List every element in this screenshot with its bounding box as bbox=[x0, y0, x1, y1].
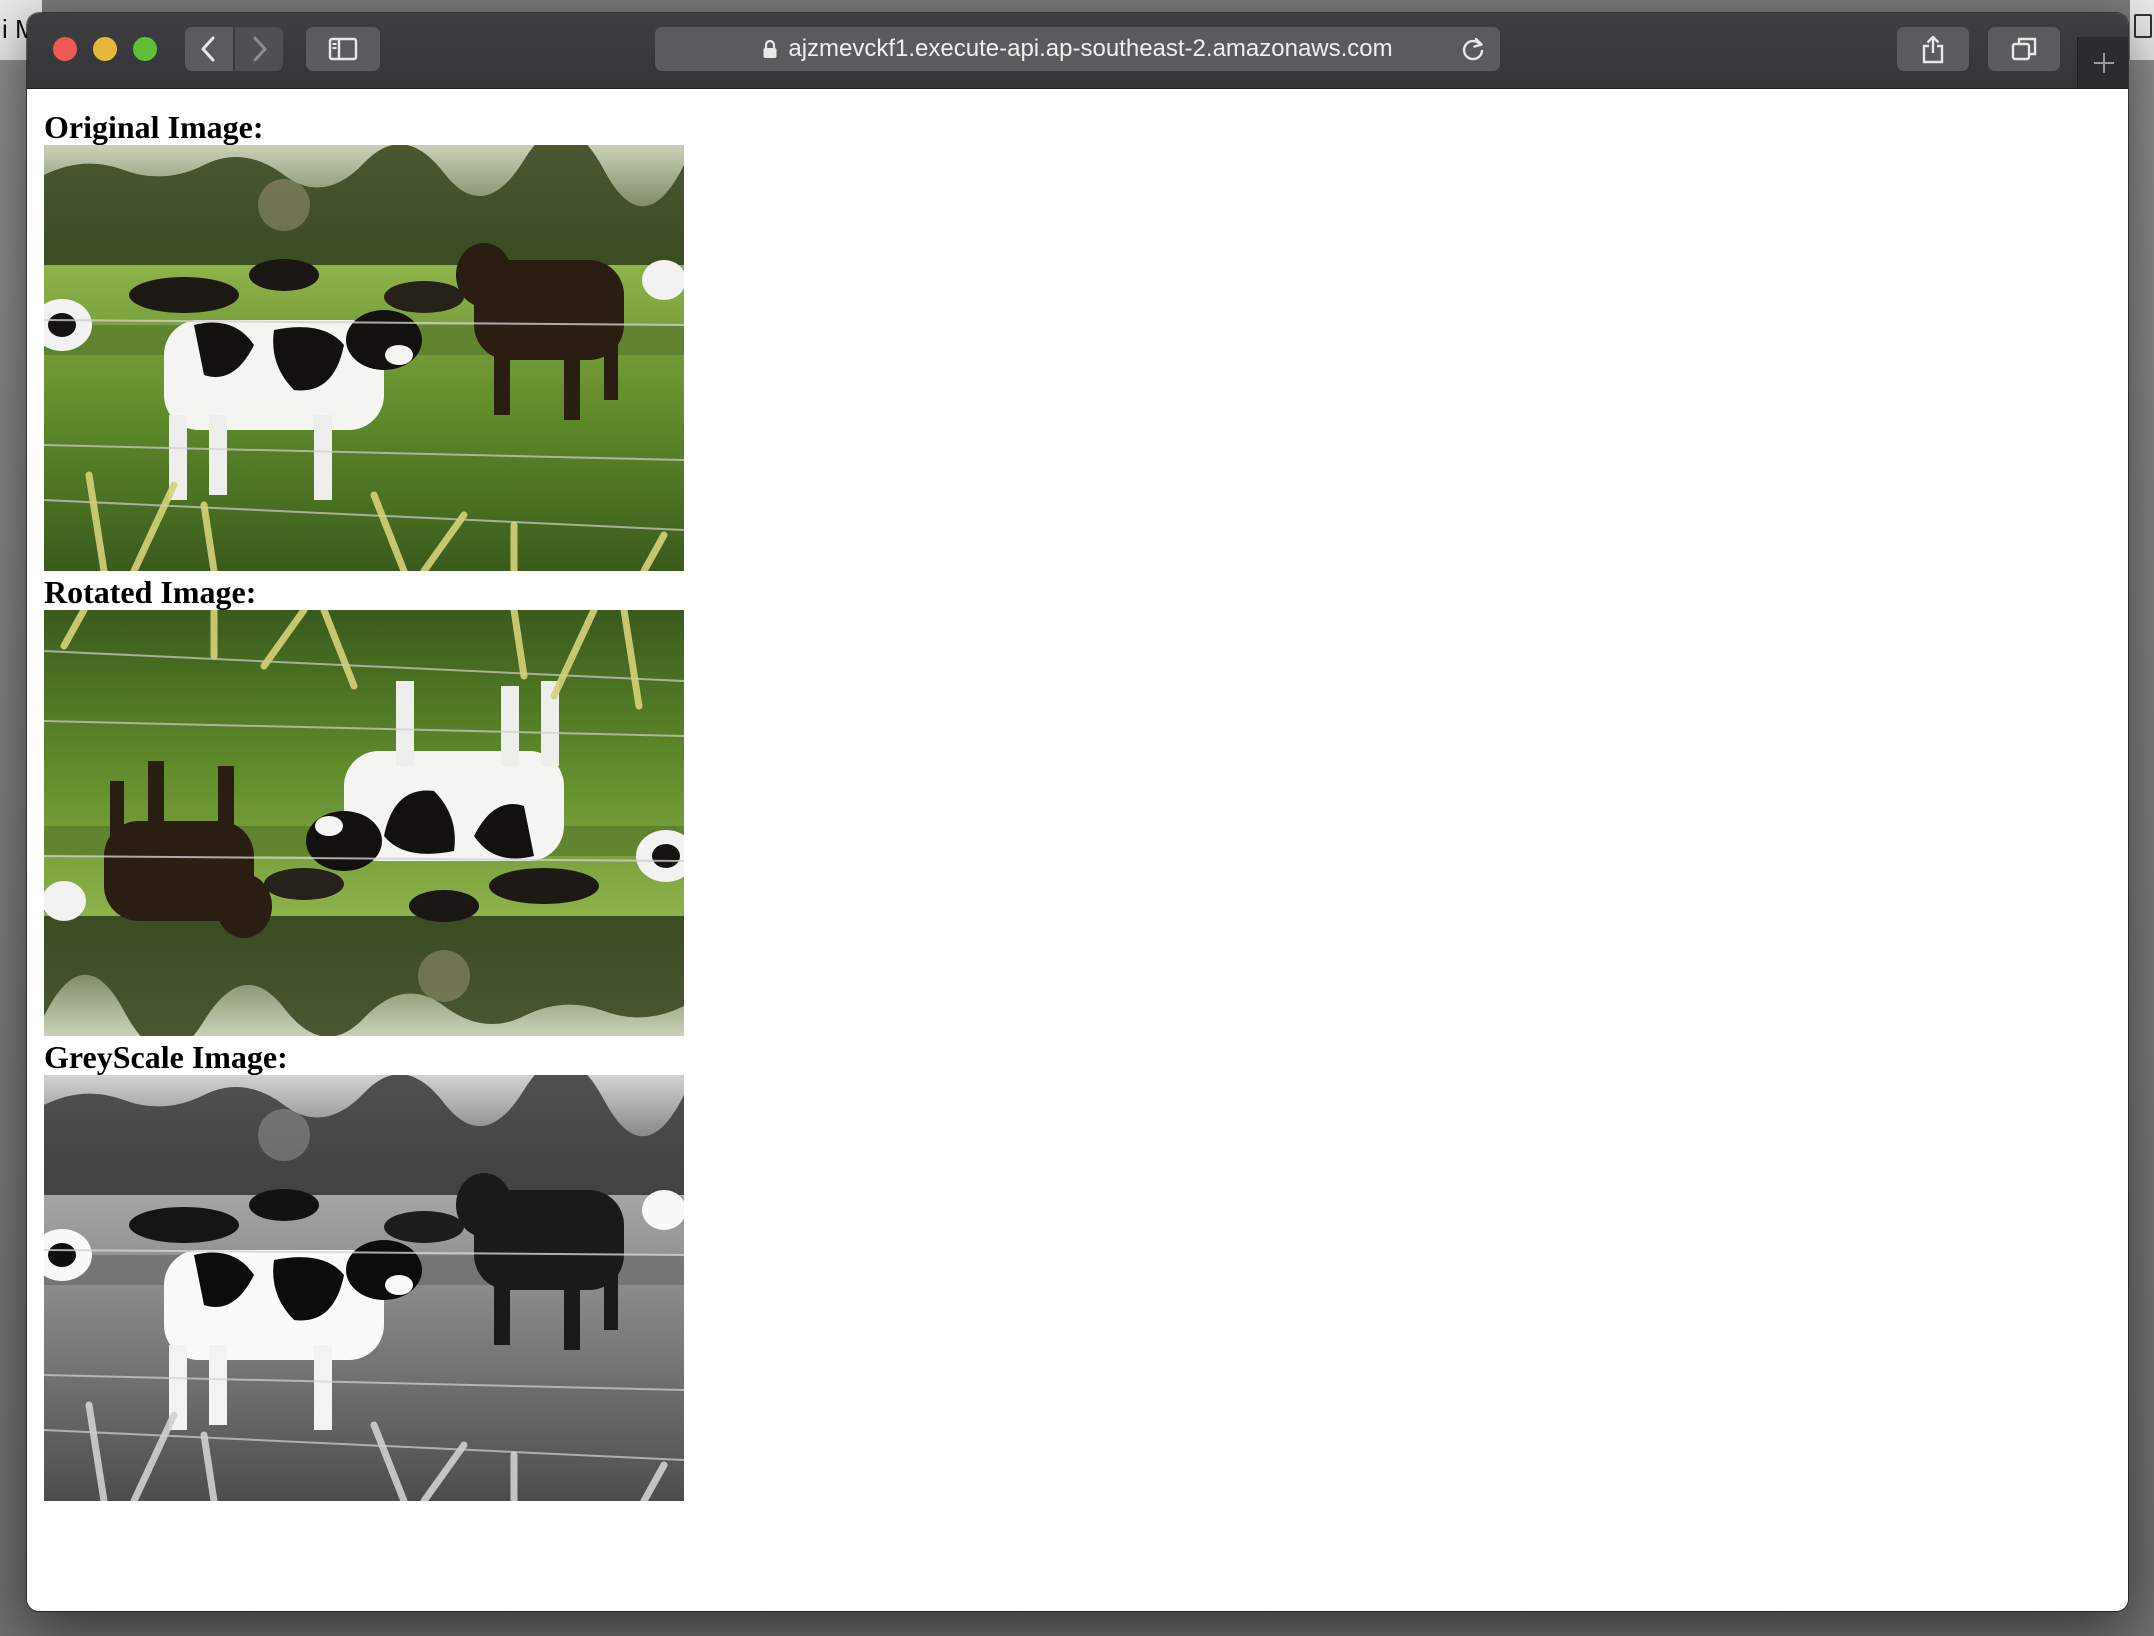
desktop-app-icon bbox=[2134, 14, 2152, 38]
page-content: Original Image: Rotated Image: GreyScale… bbox=[27, 89, 2128, 1611]
sidebar-icon bbox=[328, 37, 358, 61]
original-image bbox=[44, 145, 684, 571]
rotated-image bbox=[44, 610, 684, 1036]
plus-icon bbox=[2093, 52, 2114, 73]
original-image-heading: Original Image: bbox=[44, 109, 264, 145]
desktop-edge-fragment bbox=[2130, 0, 2154, 60]
rotated-image-heading: Rotated Image: bbox=[44, 574, 257, 610]
back-button[interactable] bbox=[185, 27, 233, 71]
show-tabs-button[interactable] bbox=[1988, 27, 2060, 71]
lock-icon bbox=[762, 39, 778, 59]
back-icon bbox=[201, 36, 215, 62]
greyscale-image bbox=[44, 1075, 684, 1501]
zoom-window-button[interactable] bbox=[133, 37, 157, 61]
forward-icon bbox=[253, 36, 267, 62]
reload-icon[interactable] bbox=[1460, 36, 1486, 62]
tabs-icon bbox=[2011, 37, 2037, 61]
browser-toolbar: ajzmevckf1.execute-api.ap-southeast-2.am… bbox=[27, 13, 2128, 89]
address-bar[interactable]: ajzmevckf1.execute-api.ap-southeast-2.am… bbox=[655, 27, 1500, 71]
share-button[interactable] bbox=[1897, 27, 1969, 71]
greyscale-image-heading: GreyScale Image: bbox=[44, 1039, 288, 1075]
sidebar-toggle-button[interactable] bbox=[306, 27, 380, 71]
minimize-window-button[interactable] bbox=[93, 37, 117, 61]
close-window-button[interactable] bbox=[53, 37, 77, 61]
browser-window: ajzmevckf1.execute-api.ap-southeast-2.am… bbox=[27, 13, 2128, 1611]
address-url: ajzmevckf1.execute-api.ap-southeast-2.am… bbox=[788, 35, 1393, 62]
forward-button[interactable] bbox=[235, 27, 283, 71]
new-tab-button[interactable] bbox=[2077, 37, 2128, 88]
share-icon bbox=[1922, 35, 1944, 64]
